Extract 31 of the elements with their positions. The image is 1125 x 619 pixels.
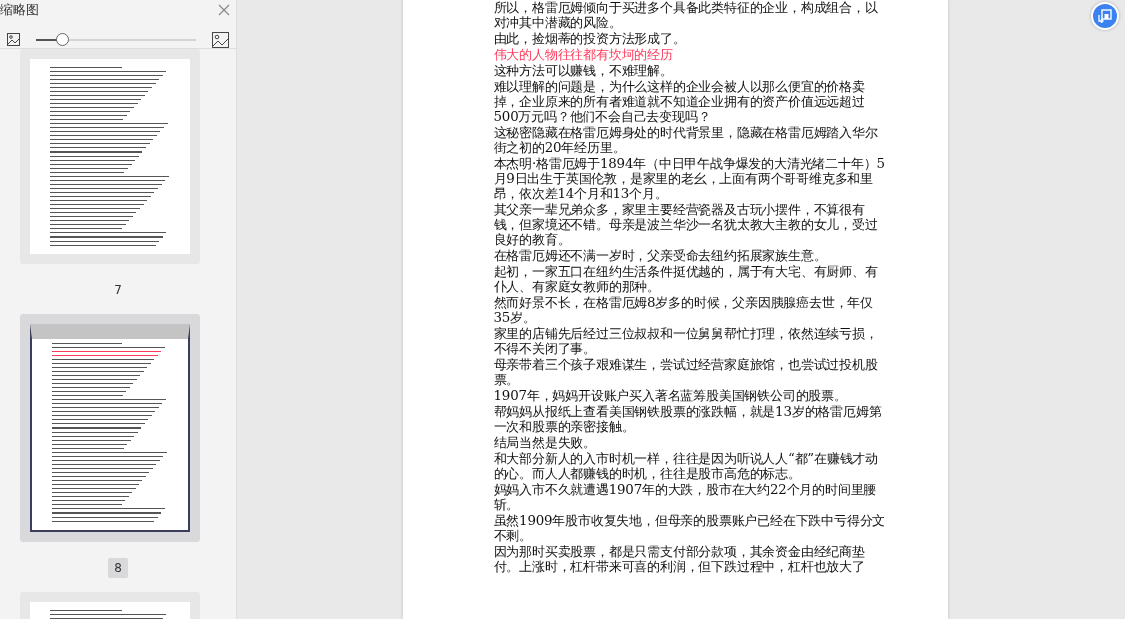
paragraph: 起初，一家五口在纽约生活条件挺优越的，属于有大宅、有厨师、有仆人、有家庭女教师的那种。 [493, 264, 879, 294]
paragraph: 所以，格雷厄姆倾向于买进多个具备此类特征的企业，构成组合，以对冲其中潜藏的风险。 [493, 0, 879, 30]
paragraph: 由此，捡烟蒂的投资方法形成了。 [493, 31, 687, 46]
paragraph: 这秘密隐藏在格雷厄姆身处的时代背景里，隐藏在格雷厄姆踏入华尔街之初的20年经历里。 [493, 125, 879, 155]
paragraph: 家里的店铺先后经过三位叔叔和一位舅舅帮忙打理，依然连续亏损，不得不关闭了事。 [493, 326, 879, 356]
paragraph: 这种方法可以赚钱，不难理解。 [493, 63, 674, 78]
sidebar-title: 缩略图 [0, 1, 39, 19]
large-image-icon[interactable] [212, 31, 229, 48]
page-number: 7 [113, 281, 123, 299]
paragraph: 结局当然是失败。 [493, 435, 597, 450]
paragraph: 妈妈入市不久就遭遇1907年的大跌，股市在大约22个月的时间里腰斩。 [493, 482, 878, 512]
page-number: 8 [108, 557, 128, 578]
paragraph: 1907年，妈妈开设账户买入著名蓝筹股美国钢铁公司的股票。 [493, 388, 848, 403]
page-thumbnail[interactable] [20, 48, 200, 264]
paragraph: 在格雷厄姆还不满一岁时，父亲受命去纽约拓展家族生意。 [493, 248, 828, 263]
paragraph: 难以理解的问题是，为什么这样的企业会被人以那么便宜的价格卖掉，企业原来的所有者难道就不知道企业拥有的资产价值远远超过500万元吗？他们不会自己去变现吗？ [493, 79, 866, 124]
paragraph: 本杰明·格雷厄姆于1894年（中日甲午战争爆发的大清光绪二十年）5月9日出生于英国伦敦，是家里的老幺，上面有两个哥哥维克多和里昂，依次差14个月和13个月。 [493, 156, 886, 201]
slider-thumb[interactable] [55, 32, 69, 46]
paragraph: 帮妈妈从报纸上查看美国钢铁股票的涨跌幅，就是13岁的格雷厄姆第一次和股票的亲密接触。 [493, 404, 883, 434]
paragraph: 其父亲一辈兄弟众多，家里主要经营瓷器及古玩小摆件，不算很有钱，但家境还不错。母亲是波兰华沙一名犹太教大主教的女儿，受过良好的教育。 [493, 202, 879, 247]
section-heading: 伟大的人物往往都有坎坷的经历 [493, 47, 674, 62]
page-thumbnail[interactable] [20, 313, 200, 542]
paragraph: 虽然1909年股市收复失地，但母亲的股票账户已经在下跌中亏得分文不剩。 [493, 513, 887, 543]
close-icon[interactable] [218, 3, 230, 16]
paragraph: 和大部分新人的入市时机一样，往往是因为听说人人“都”在赚钱才动的心。而人人都赚钱的时机，往往是股市高危的标志。 [493, 451, 879, 481]
paragraph: 然而好景不长，在格雷厄姆8岁多的时候，父亲因胰腺癌去世，年仅35岁。 [493, 295, 875, 325]
paragraph: 因为那时买卖股票，都是只需支付部分款项，其余资金由经纪商垫付。上涨时，杠杆带来可喜的利润，但下跌过程中，杠杆也放大了 [493, 544, 866, 574]
paragraph: 母亲带着三个孩子艰难谋生，尝试过经营家庭旅馆，也尝试过投机股票。 [493, 357, 879, 387]
small-image-icon[interactable] [7, 33, 20, 46]
page-convert-icon [1098, 9, 1112, 23]
floating-action-button[interactable] [1091, 2, 1119, 30]
